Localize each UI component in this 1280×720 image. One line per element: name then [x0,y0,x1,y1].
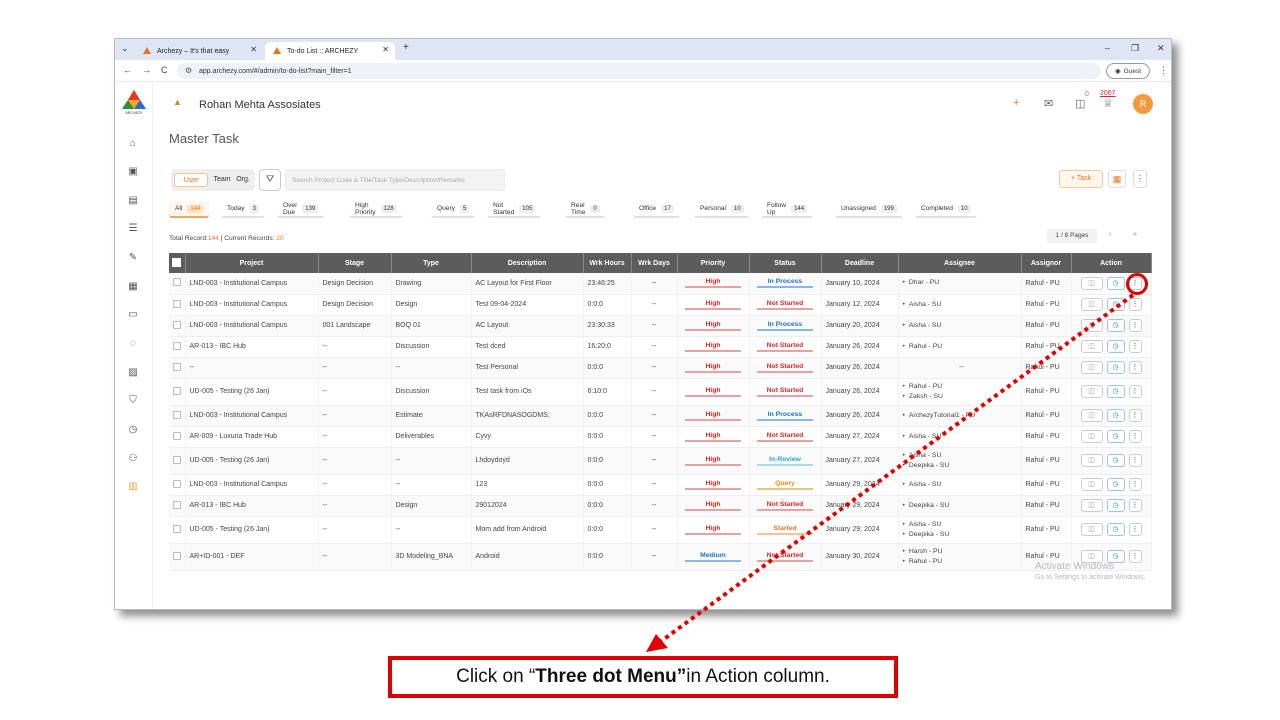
instruction-callout: Click on “Three dot Menu” in Action colu… [388,656,898,698]
callout-text-pre: Click on “ [456,666,536,687]
callout-text-bold: Three dot Menu” [535,666,687,687]
highlight-circle [1126,273,1148,295]
tutorial-slide: ⌄ Archezy – It's that easy ✕ To-do List … [0,0,1280,720]
callout-text-post: in Action column. [686,666,830,687]
annotation-arrow [646,293,1135,652]
dotted-arrow-line [658,293,1135,644]
